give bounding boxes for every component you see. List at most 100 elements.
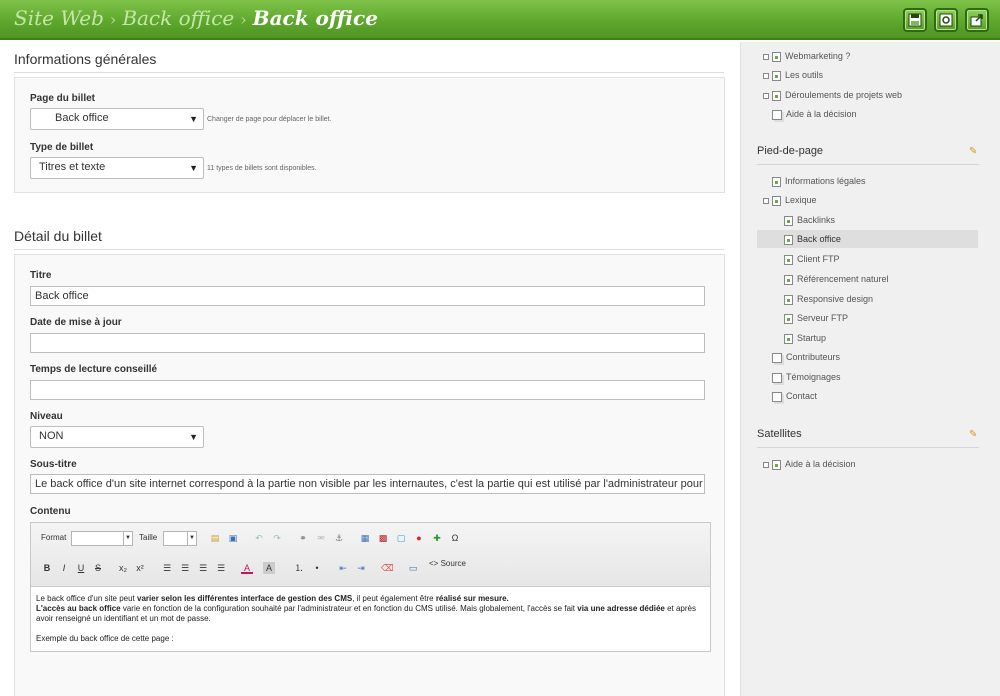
flash-icon[interactable]: ▩ xyxy=(377,532,389,544)
sidebar-item-label: Client FTP xyxy=(797,254,840,264)
divider xyxy=(757,447,979,448)
align-center-icon[interactable]: ☰ xyxy=(179,562,191,574)
align-justify-icon[interactable]: ☰ xyxy=(215,562,227,574)
sidebar: Webmarketing ? Les outils Déroulements d… xyxy=(740,42,1000,696)
italic-icon[interactable]: I xyxy=(58,562,70,574)
bulleted-list-icon[interactable]: • xyxy=(311,562,323,574)
sidebar-item-contributeurs[interactable]: Contributeurs xyxy=(772,348,840,366)
page-icon xyxy=(772,90,781,101)
preview-button[interactable] xyxy=(934,8,958,32)
expand-toggle-icon[interactable] xyxy=(763,72,769,79)
undo-icon[interactable]: ↶ xyxy=(253,532,265,544)
expand-toggle-icon[interactable] xyxy=(763,53,769,60)
chevron-down-icon: ▼ xyxy=(189,163,198,173)
subscript-icon[interactable]: x₂ xyxy=(117,562,129,574)
save-icon xyxy=(908,13,922,27)
bold-text: réalisé sur mesure. xyxy=(435,594,509,603)
sidebar-item-backlinks[interactable]: Backlinks xyxy=(784,211,835,229)
page-icon xyxy=(772,176,781,187)
sidebar-item-label: Les outils xyxy=(785,70,824,80)
sidebar-item-client-ftp[interactable]: Client FTP xyxy=(784,250,840,268)
sidebar-item-satellite-aide[interactable]: Aide à la décision xyxy=(763,455,856,473)
temps-input[interactable] xyxy=(30,380,705,400)
sidebar-item-label: Responsive design xyxy=(797,294,874,304)
niveau-select[interactable]: NON ▼ xyxy=(30,426,204,448)
expand-toggle-icon[interactable] xyxy=(763,92,769,99)
sidebar-item-lexique[interactable]: Lexique xyxy=(763,191,817,209)
source-button[interactable]: <> Source xyxy=(429,559,466,568)
edit-pencil-icon[interactable]: ✎ xyxy=(969,429,977,440)
sidebar-item-label: Backlinks xyxy=(797,215,836,225)
expand-toggle-icon[interactable] xyxy=(763,461,769,468)
sidebar-item-startup[interactable]: Startup xyxy=(784,329,826,347)
anchor-icon[interactable]: ⚓ xyxy=(333,532,345,544)
exit-button[interactable] xyxy=(965,8,989,32)
collapse-toggle-icon[interactable] xyxy=(763,197,769,204)
outdent-icon[interactable]: ⇤ xyxy=(337,562,349,574)
sous-titre-input[interactable]: Le back office d'un site internet corres… xyxy=(30,474,705,494)
page-select[interactable]: Back office ▼ xyxy=(30,108,204,130)
sidebar-item-serveur-ftp[interactable]: Serveur FTP xyxy=(784,309,848,327)
sidebar-item-les-outils[interactable]: Les outils xyxy=(763,66,823,84)
paste-word-icon[interactable]: ▣ xyxy=(227,532,239,544)
sidebar-item-responsive[interactable]: Responsive design xyxy=(784,290,873,308)
titre-input[interactable]: Back office xyxy=(30,286,705,306)
sidebar-item-label: Lexique xyxy=(785,195,817,205)
iframe-icon[interactable]: ▢ xyxy=(395,532,407,544)
indent-icon[interactable]: ⇥ xyxy=(355,562,367,574)
type-hint: 11 types de billets sont disponibles. xyxy=(207,165,317,172)
pied-de-page-title: Pied-de-page xyxy=(757,145,824,157)
eraser-icon[interactable]: ⌫ xyxy=(381,562,394,574)
taille-combo[interactable]: ▼ xyxy=(163,531,197,546)
sidebar-item-deroulements[interactable]: Déroulements de projets web xyxy=(763,86,902,104)
sidebar-item-informations-legales[interactable]: Informations légales xyxy=(772,172,866,190)
breadcrumb-item-back-office[interactable]: Back office xyxy=(122,6,234,30)
page-icon xyxy=(784,234,793,245)
sidebar-item-aide-decision[interactable]: Aide à la décision xyxy=(772,105,857,123)
code-icon: <> xyxy=(429,559,439,568)
plugin-icon[interactable]: ✚ xyxy=(431,532,443,544)
pages-icon xyxy=(772,391,782,402)
sidebar-item-back-office[interactable]: Back office xyxy=(757,230,978,248)
sidebar-item-contact[interactable]: Contact xyxy=(772,387,817,405)
bold-icon[interactable]: B xyxy=(41,562,53,574)
align-right-icon[interactable]: ☰ xyxy=(197,562,209,574)
special-char-icon[interactable]: Ω xyxy=(449,532,461,544)
type-select[interactable]: Titres et texte ▼ xyxy=(30,157,204,179)
unlink-icon[interactable]: ⚮ xyxy=(315,532,327,544)
text: , il peut également être xyxy=(352,594,436,603)
underline-icon[interactable]: U xyxy=(75,562,87,574)
sidebar-item-webmarketing[interactable]: Webmarketing ? xyxy=(763,47,850,65)
breadcrumb-item-site-web[interactable]: Site Web xyxy=(14,6,104,30)
taille-label: Taille xyxy=(139,533,158,542)
format-combo[interactable]: ▼ xyxy=(71,531,133,546)
background-color-icon[interactable]: A xyxy=(263,562,275,574)
align-left-icon[interactable]: ☰ xyxy=(161,562,173,574)
editor-content[interactable]: Le back office d'un site peut varier sel… xyxy=(36,594,706,644)
page-label: Page du billet xyxy=(30,93,96,104)
edit-pencil-icon[interactable]: ✎ xyxy=(969,146,977,157)
save-button[interactable] xyxy=(903,8,927,32)
strikethrough-icon[interactable]: S xyxy=(92,562,104,574)
date-input[interactable] xyxy=(30,333,705,353)
table-icon[interactable]: ▭ xyxy=(407,562,419,574)
breadcrumb-separator: › xyxy=(109,10,117,29)
map-marker-icon[interactable]: ● xyxy=(413,532,425,544)
link-icon[interactable]: ⚭ xyxy=(297,532,309,544)
sidebar-item-temoignages[interactable]: Témoignages xyxy=(772,368,841,386)
redo-icon[interactable]: ↷ xyxy=(271,532,283,544)
sidebar-item-referencement[interactable]: Référencement naturel xyxy=(784,270,889,288)
paste-text-icon[interactable]: ▤ xyxy=(209,532,221,544)
text-color-icon[interactable]: A xyxy=(241,562,253,574)
sidebar-item-label: Aide à la décision xyxy=(786,109,857,119)
pages-icon xyxy=(772,372,782,383)
numbered-list-icon[interactable]: ⒈ xyxy=(293,562,305,574)
page-icon xyxy=(772,70,781,81)
bold-text: L'accès au back office xyxy=(36,604,121,613)
image-icon[interactable]: ▦ xyxy=(359,532,371,544)
sidebar-item-label: Déroulements de projets web xyxy=(785,90,903,100)
page-icon xyxy=(772,459,781,470)
page-icon xyxy=(784,313,793,324)
superscript-icon[interactable]: x² xyxy=(134,562,146,574)
chevron-down-icon: ▼ xyxy=(123,532,132,545)
